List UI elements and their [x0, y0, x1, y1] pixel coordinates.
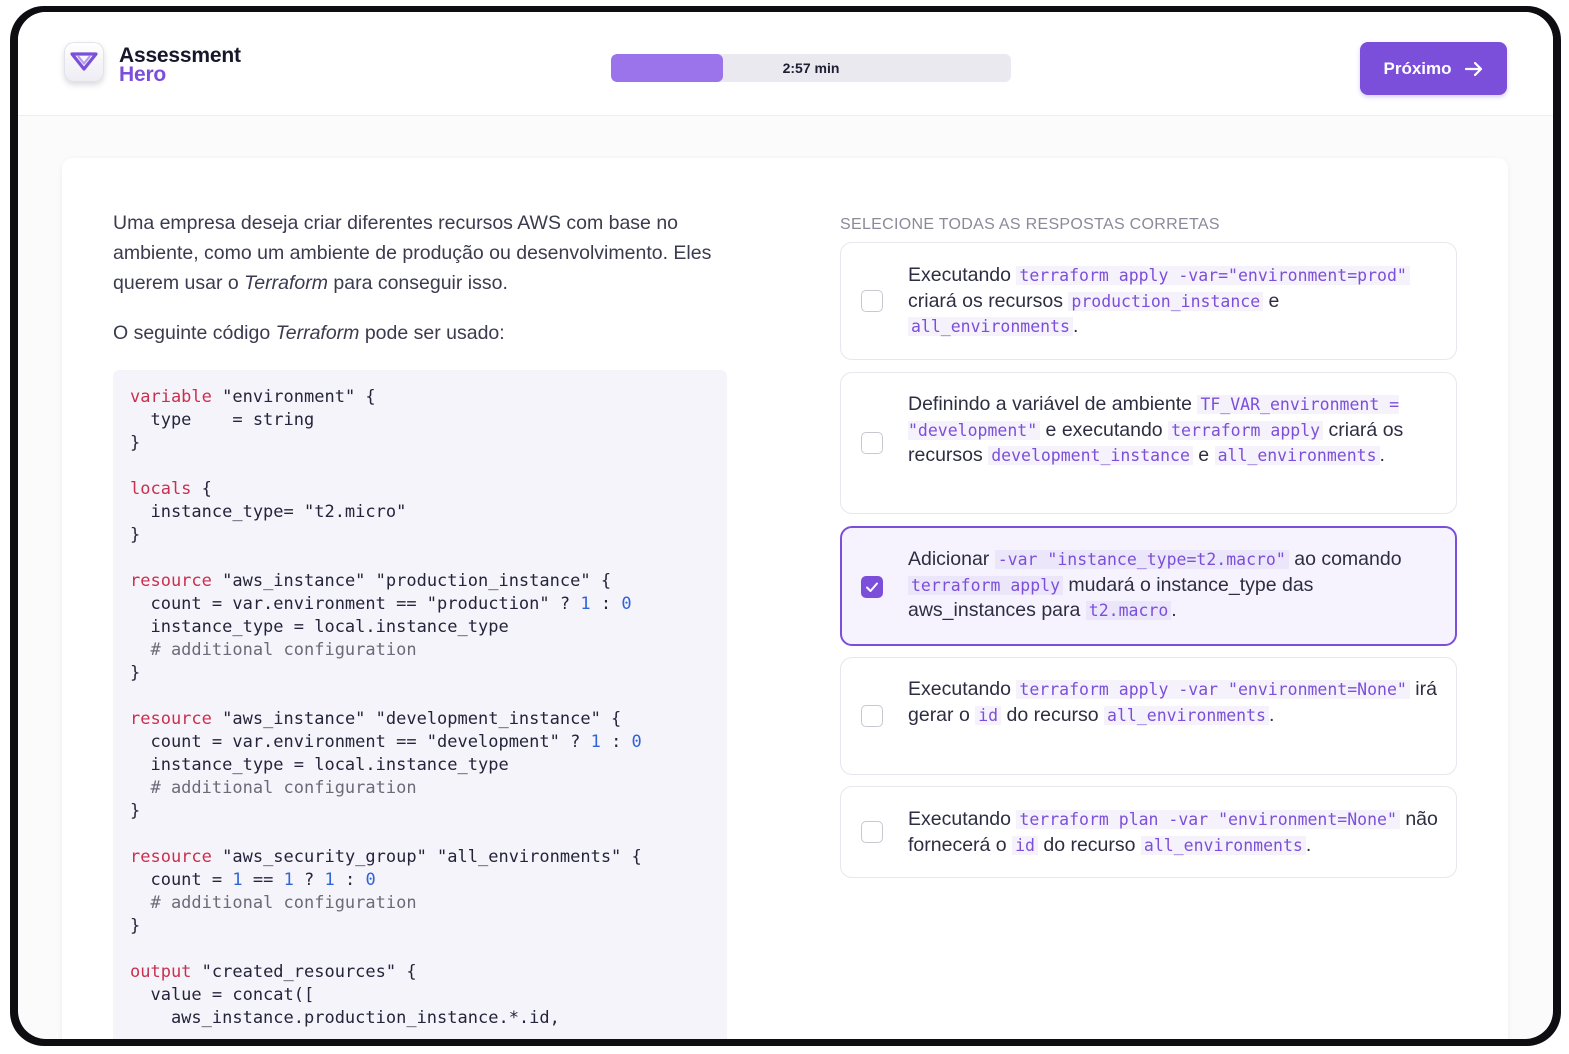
answer-option-5[interactable]: Executando terraform plan -var "environm…	[840, 786, 1457, 878]
code-block: variable "environment" { type = string} l…	[113, 370, 727, 1039]
question-text: Uma empresa deseja criar diferentes recu…	[113, 208, 733, 348]
next-button-label: Próximo	[1383, 58, 1452, 78]
code-line: }	[130, 663, 141, 683]
answer-checkbox-1[interactable]	[861, 290, 883, 312]
code-line: }	[130, 801, 141, 821]
logo-icon	[64, 42, 104, 82]
app-screen: Assessment Hero 2:57 min Próximo Uma emp…	[18, 12, 1553, 1039]
arrow-right-icon	[1464, 61, 1482, 76]
answer-option-4[interactable]: Executando terraform apply -var "environ…	[840, 657, 1457, 775]
code-line: instance_type = local.instance_type	[130, 755, 509, 775]
question-paragraph-1: Uma empresa deseja criar diferentes recu…	[113, 212, 712, 294]
code-line: }	[130, 433, 141, 453]
timer-progress-bar: 2:57 min	[611, 54, 1011, 82]
code-comment: # additional configuration	[130, 778, 417, 798]
brand-line2: Hero	[119, 63, 167, 86]
answer-text-5: Executando terraform plan -var "environm…	[908, 808, 1438, 856]
brand-wordmark: Assessment Hero	[119, 45, 241, 86]
code-line: resource "aws_instance" "development_ins…	[130, 709, 622, 729]
top-header: Assessment Hero 2:57 min Próximo	[18, 12, 1553, 116]
code-line: resource "aws_security_group" "all_envir…	[130, 847, 642, 867]
code-line: variable "environment" {	[130, 387, 376, 407]
code-line: locals {	[130, 479, 212, 499]
answer-text-2: Definindo a variável de ambiente TF_VAR_…	[908, 393, 1404, 466]
code-comment: # additional configuration	[130, 640, 417, 660]
answer-checkbox-4[interactable]	[861, 705, 883, 727]
code-line: type = string	[130, 410, 315, 430]
answer-text-4: Executando terraform apply -var "environ…	[908, 678, 1437, 726]
timer-label: 2:57 min	[782, 60, 840, 76]
next-button[interactable]: Próximo	[1360, 42, 1507, 95]
answers-instructions: SELECIONE TODAS AS RESPOSTAS CORRETAS	[840, 216, 1220, 233]
code-line: count = var.environment == "production" …	[130, 594, 632, 614]
code-line: aws_instance.production_instance.*.id,	[130, 1008, 560, 1028]
answer-option-1[interactable]: Executando terraform apply -var="environ…	[840, 242, 1457, 360]
code-line: count = 1 == 1 ? 1 : 0	[130, 870, 376, 890]
code-line: value = concat([	[130, 985, 315, 1005]
code-line: }	[130, 525, 141, 545]
question-card: Uma empresa deseja criar diferentes recu…	[62, 158, 1508, 1039]
code-line: output "created_resources" {	[130, 962, 417, 982]
code-line: resource "aws_instance" "production_inst…	[130, 571, 612, 591]
answer-text-3: Adicionar -var "instance_type=t2.macro" …	[908, 548, 1402, 621]
question-paragraph-2: O seguinte código Terraform pode ser usa…	[113, 322, 505, 344]
answer-checkbox-5[interactable]	[861, 821, 883, 843]
answer-text-1: Executando terraform apply -var="environ…	[908, 263, 1443, 340]
check-icon	[866, 582, 878, 592]
answer-checkbox-2[interactable]	[861, 432, 883, 454]
device-frame: Assessment Hero 2:57 min Próximo Uma emp…	[10, 6, 1561, 1046]
code-line: count = var.environment == "development"…	[130, 732, 642, 752]
code-line: instance_type = local.instance_type	[130, 617, 509, 637]
answer-checkbox-3[interactable]	[861, 576, 883, 598]
code-comment: # additional configuration	[130, 893, 417, 913]
code-line: }	[130, 916, 141, 936]
answer-option-2[interactable]: Definindo a variável de ambiente TF_VAR_…	[840, 372, 1457, 514]
answer-option-3[interactable]: Adicionar -var "instance_type=t2.macro" …	[840, 526, 1457, 646]
code-line: instance_type= "t2.micro"	[130, 502, 407, 522]
